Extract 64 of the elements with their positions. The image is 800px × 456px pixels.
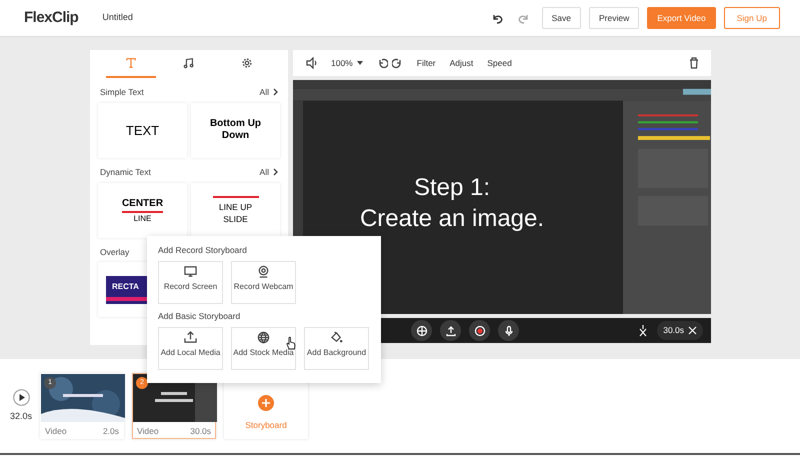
speaker-icon[interactable] xyxy=(305,57,317,69)
toolbar-item[interactable]: Speed xyxy=(487,56,512,70)
plus-icon xyxy=(258,395,274,412)
clip-duration: 30.0s xyxy=(190,425,212,438)
paint-bucket-icon xyxy=(330,330,343,344)
toolbar-item[interactable]: Adjust xyxy=(450,56,474,70)
section-title: Overlay xyxy=(100,246,130,258)
menu-option[interactable]: Record Webcam xyxy=(231,260,296,304)
caption-text: Step 1: xyxy=(412,173,492,203)
globe-icon xyxy=(257,330,270,344)
hand-cursor-icon xyxy=(286,336,296,350)
menu-option[interactable]: Add Stock Media xyxy=(231,326,296,370)
play-button[interactable] xyxy=(12,389,30,406)
text-style-card[interactable]: LINE UP SLIDE xyxy=(191,182,280,238)
all-link[interactable]: All xyxy=(260,166,278,178)
project-title: Untitled xyxy=(102,11,133,24)
undo-icon[interactable] xyxy=(490,12,503,24)
text-style-card[interactable]: TEXT xyxy=(98,102,187,158)
upload-icon xyxy=(444,324,457,336)
split-icon[interactable] xyxy=(637,324,650,336)
music-note-icon xyxy=(183,57,195,69)
card-text: Bottom Up Down xyxy=(208,118,262,142)
monitor-icon xyxy=(184,264,197,278)
all-link[interactable]: All xyxy=(260,86,278,99)
toolbar-item[interactable]: Filter xyxy=(416,56,436,70)
header-button[interactable]: Preview xyxy=(589,6,640,30)
header-button[interactable]: Save xyxy=(542,6,581,30)
card-text: CENTER xyxy=(122,196,164,212)
text-style-card[interactable]: CENTER LINE xyxy=(98,182,187,238)
card-text: LINE UP SLIDE xyxy=(212,196,258,224)
record-button[interactable] xyxy=(469,320,490,341)
microphone-icon xyxy=(502,324,515,336)
section-title: Dynamic Text xyxy=(100,166,151,178)
chevron-right-icon xyxy=(273,88,278,96)
globe-icon xyxy=(416,324,428,336)
settings-icon xyxy=(241,57,253,69)
text-style-card[interactable]: Bottom Up Down xyxy=(191,102,280,158)
caption-text: Create an image. xyxy=(358,204,546,234)
menu-option[interactable]: Add Background xyxy=(304,326,369,370)
microphone-button[interactable] xyxy=(498,320,520,341)
clip-duration: 2.0s xyxy=(102,425,120,438)
caret-icon xyxy=(356,61,363,65)
upload-button[interactable] xyxy=(440,320,462,341)
menu-heading: Add Record Storyboard xyxy=(158,244,248,257)
rotate-left-icon[interactable] xyxy=(376,58,388,68)
clip-type: Video xyxy=(137,425,159,438)
trash-icon[interactable] xyxy=(689,57,699,69)
clip-type: Video xyxy=(45,425,67,438)
total-duration: 32.0s xyxy=(10,410,32,423)
chevron-right-icon xyxy=(273,168,278,176)
menu-option[interactable]: Add Local Media xyxy=(158,326,223,370)
menu-option[interactable]: Record Screen xyxy=(158,260,223,304)
letter-t-icon xyxy=(125,57,137,69)
rotate-right-icon[interactable] xyxy=(392,58,403,68)
globe-button[interactable] xyxy=(411,320,432,341)
card-text: TEXT xyxy=(126,122,160,140)
webcam-icon xyxy=(257,264,270,278)
zoom-dropdown[interactable]: 100% xyxy=(331,56,363,70)
record-icon xyxy=(474,324,486,336)
section-title: Simple Text xyxy=(100,86,144,99)
logo[interactable]: FlexClip xyxy=(24,6,78,30)
upload-icon xyxy=(184,330,197,344)
duration-button[interactable]: 30.0s xyxy=(657,321,704,340)
card-subtext: LINE xyxy=(134,212,152,224)
